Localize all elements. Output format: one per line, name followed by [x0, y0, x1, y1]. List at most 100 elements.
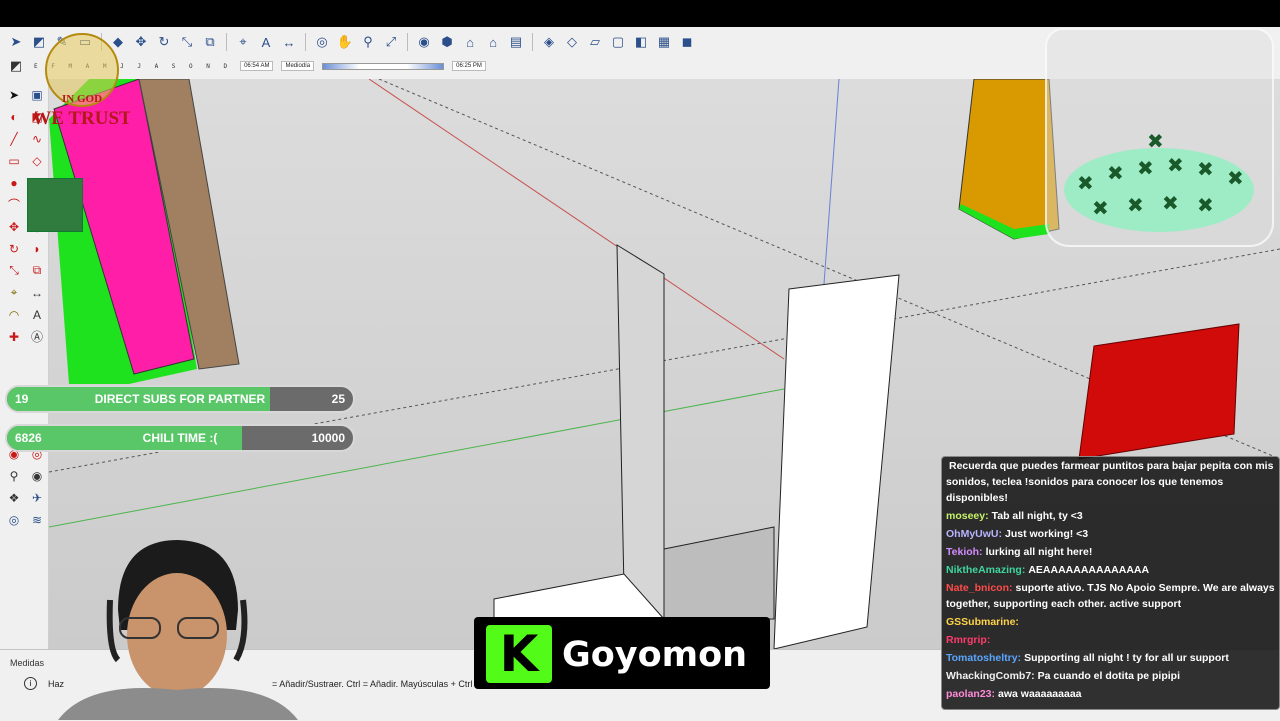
chat-text: lurking all night here!: [985, 546, 1093, 558]
chat-text: AEAAAAAAAAAAAAAA: [1028, 564, 1150, 576]
emblem-graphic: IN GOD WE TRUST: [32, 33, 132, 129]
dimension-tool-icon[interactable]: ↔: [27, 283, 47, 302]
warehouse-icon[interactable]: ⬢: [437, 32, 457, 52]
info-icon[interactable]: i: [24, 677, 37, 690]
top-view-icon[interactable]: ◇: [562, 32, 582, 52]
pan-icon[interactable]: ✋: [335, 32, 355, 52]
svg-text:✖: ✖: [1092, 198, 1109, 220]
svg-text:✖: ✖: [1137, 158, 1154, 180]
chat-message: NiktheAmazing: AEAAAAAAAAAAAAAA: [942, 561, 1279, 579]
toolbar-separator: [532, 33, 533, 51]
freehand-tool-icon[interactable]: ∿: [27, 129, 47, 148]
subs-goal-title: DIRECT SUBS FOR PARTNER: [94, 392, 266, 406]
footprints-icon[interactable]: ❖: [4, 488, 24, 507]
eraser-small-icon[interactable]: ◩: [6, 56, 26, 76]
move-tool-icon[interactable]: ✥: [4, 217, 24, 236]
iso-view-icon[interactable]: ◈: [539, 32, 559, 52]
text-tool-icon[interactable]: A: [27, 305, 47, 324]
orbit-icon[interactable]: ◎: [312, 32, 332, 52]
chat-user: GSSubmarine:: [946, 616, 1019, 628]
offset-tool-icon[interactable]: ⧉: [27, 261, 47, 280]
red-axis: [368, 79, 785, 360]
front-view-icon[interactable]: ▱: [585, 32, 605, 52]
toolbar-separator: [407, 33, 408, 51]
shadow-time-slider[interactable]: [322, 62, 445, 70]
chili-goal-target: 10000: [311, 431, 345, 445]
sandbox-icon[interactable]: ≋: [27, 510, 47, 529]
blue-axis: [823, 79, 840, 285]
zoom-extents-icon[interactable]: ⤢: [381, 32, 401, 52]
chat-message: Tekioh: lurking all night here!: [942, 543, 1279, 561]
section-plane-icon[interactable]: ◉: [414, 32, 434, 52]
chat-text: Pa cuando el dotita pe pipipi: [1037, 670, 1181, 682]
subs-goal-target: 25: [331, 392, 345, 406]
select-tool-icon[interactable]: ➤: [4, 85, 24, 104]
chat-overlay: Recuerda que puedes farmear puntitos par…: [941, 456, 1280, 710]
in-god-we-trust-emblem: IN GOD WE TRUST: [32, 30, 132, 130]
follow-me-tool-icon[interactable]: ◗: [27, 239, 47, 258]
chat-message: Recuerda que puedes farmear puntitos par…: [942, 457, 1279, 507]
chat-user: OhMyUwU:: [946, 528, 1002, 540]
rotate-icon[interactable]: ↻: [154, 32, 174, 52]
chat-text: Tab all night, ty <3: [991, 510, 1083, 522]
left-tool-grid-lower: ◉ ◎ ⚲ ◉ ❖ ✈ ◎ ≋: [4, 444, 47, 529]
position-camera-icon[interactable]: ✈: [27, 488, 47, 507]
shadow-time-end: 06:25 PM: [452, 61, 486, 71]
white-panel: [773, 274, 900, 649]
jar-emotes: ✖ ✖ ✖ ✖ ✖ ✖ ✖ ✖ ✖ ✖ ✖: [1064, 131, 1254, 232]
dimension-icon[interactable]: ↔: [279, 32, 299, 52]
look-around-icon[interactable]: ◉: [27, 466, 47, 485]
home-icon[interactable]: ⌂: [460, 32, 480, 52]
rotated-rect-tool-icon[interactable]: ◇: [27, 151, 47, 170]
scale-icon[interactable]: ⤡: [177, 32, 197, 52]
folder-icon[interactable]: ▤: [506, 32, 526, 52]
move-icon[interactable]: ✥: [131, 32, 151, 52]
chili-goal-title: CHILI TIME :(: [142, 431, 218, 445]
svg-text:✖: ✖: [1107, 163, 1124, 185]
offset-icon[interactable]: ⧉: [200, 32, 220, 52]
svg-text:✖: ✖: [1167, 155, 1184, 177]
svg-text:WE TRUST: WE TRUST: [35, 108, 130, 129]
chat-message: Nate_bnicon: suporte ativo. TJS No Apoio …: [942, 579, 1279, 613]
rectangle-tool-icon[interactable]: ▭: [4, 151, 24, 170]
grey-panel: [616, 244, 665, 620]
chat-message: moseey: Tab all night, ty <3: [942, 507, 1279, 525]
channel-name: Goyomon: [562, 635, 748, 675]
chat-message: GSSubmarine:: [942, 613, 1279, 631]
streamer-avatar-icon: [27, 178, 83, 232]
text-icon[interactable]: A: [256, 32, 276, 52]
circle-tool-icon[interactable]: ●: [4, 173, 24, 192]
rotate-tool-icon[interactable]: ↻: [4, 239, 24, 258]
tape-measure-icon[interactable]: ⌖: [233, 32, 253, 52]
shaded-icon[interactable]: ◼: [677, 32, 697, 52]
walk-tool-icon[interactable]: ⚲: [4, 466, 24, 485]
svg-text:✖: ✖: [1162, 193, 1179, 215]
webcam-feed: [48, 530, 298, 720]
orbit-tool-icon[interactable]: ◎: [4, 510, 24, 529]
3d-text-tool-icon[interactable]: Ⓐ: [27, 327, 47, 346]
arc-tool-icon[interactable]: ⌒: [4, 195, 24, 214]
chat-text: awa waaaaaaaaa: [998, 688, 1082, 700]
wireframe-icon[interactable]: ▦: [654, 32, 674, 52]
right-view-icon[interactable]: ▢: [608, 32, 628, 52]
toolbar-separator: [226, 33, 227, 51]
shadow-midday: Mediodía: [281, 61, 315, 71]
chat-message: paolan23: awa waaaaaaaaa: [942, 685, 1279, 703]
scale-tool-icon[interactable]: ⤡: [4, 261, 24, 280]
kick-channel-banner: K Goyomon: [474, 617, 770, 689]
tape-tool-icon[interactable]: ⌖: [4, 283, 24, 302]
chat-text: Recuerda que puedes farmear puntitos par…: [946, 460, 1274, 504]
select-icon[interactable]: ➤: [6, 32, 26, 52]
shadow-time-start: 06:54 AM: [240, 61, 274, 71]
house-icon[interactable]: ⌂: [483, 32, 503, 52]
top-black-bar: [0, 0, 1280, 27]
xray-icon[interactable]: ◧: [631, 32, 651, 52]
protractor-tool-icon[interactable]: ◠: [4, 305, 24, 324]
chat-user: Tekioh:: [946, 546, 983, 558]
line-tool-icon[interactable]: ╱: [4, 129, 24, 148]
axes-tool-icon[interactable]: ✚: [4, 327, 24, 346]
chat-user: moseey:: [946, 510, 989, 522]
chat-text: Supporting all night ! ty for all ur sup…: [1024, 652, 1229, 664]
paint-bucket-tool-icon[interactable]: ◐: [4, 107, 24, 126]
zoom-icon[interactable]: ⚲: [358, 32, 378, 52]
